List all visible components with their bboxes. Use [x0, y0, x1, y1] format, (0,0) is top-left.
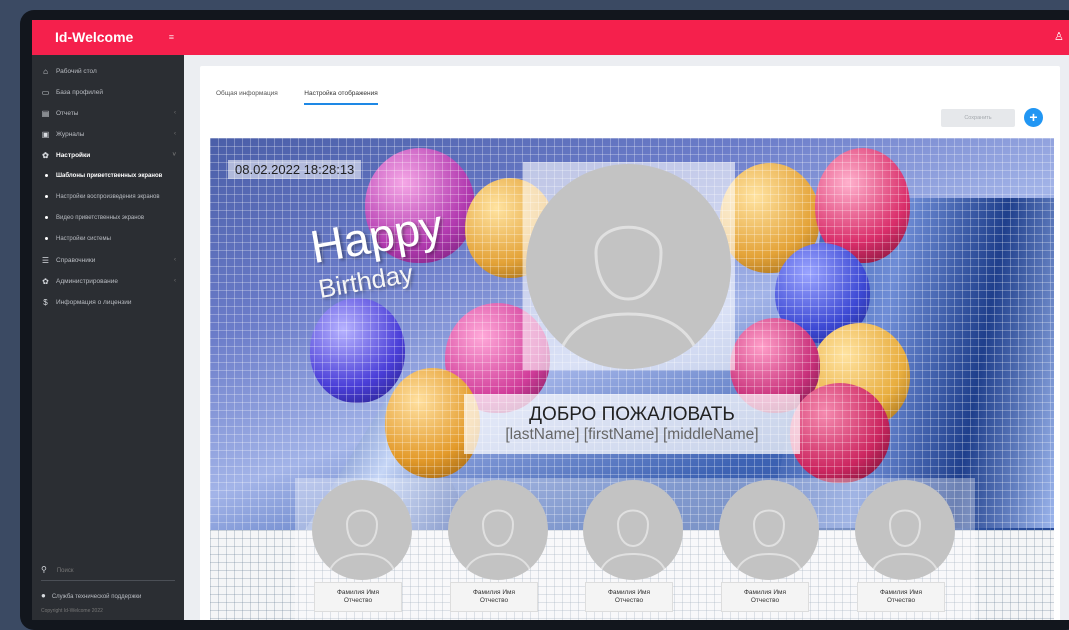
- sidebar-item-reports[interactable]: ▤ Отчеты ‹: [32, 103, 184, 124]
- thumbnail-4[interactable]: Фамилия Имя Отчество: [719, 480, 819, 620]
- thumbnail-1[interactable]: Фамилия Имя Отчество: [312, 480, 412, 620]
- main-photo-widget[interactable]: [523, 162, 735, 370]
- sidebar-item-label: Отчеты: [56, 110, 79, 117]
- tab-general-info[interactable]: Общая информация: [216, 90, 278, 103]
- sidebar: Id-Welcome ≡ ⌂ Рабочий стол ▭ База профиле…: [32, 20, 184, 620]
- chevron-left-icon: ‹: [174, 278, 176, 284]
- sidebar-item-license[interactable]: $ Информация о лицензии: [32, 292, 184, 313]
- list-icon: ☰: [41, 256, 50, 266]
- sidebar-item-administration[interactable]: ✿ Администрирование ‹: [32, 271, 184, 292]
- user-icon[interactable]: ♙: [1054, 30, 1066, 44]
- thumbnail-label: Фамилия Имя Отчество: [314, 582, 402, 612]
- journal-icon: ▣: [41, 130, 50, 140]
- datetime-widget[interactable]: 08.02.2022 18:28:13: [228, 160, 362, 179]
- chevron-left-icon: ‹: [174, 110, 176, 116]
- thumbnail-label-line2: Отчество: [614, 597, 644, 604]
- tab-bar: Общая информация Настройка отображения: [216, 82, 400, 105]
- chevron-left-icon: ‹: [174, 257, 176, 263]
- license-icon: $: [43, 298, 48, 308]
- thumbnail-label-line2: Отчество: [886, 597, 916, 604]
- thumbnail-3[interactable]: Фамилия Имя Отчество: [583, 480, 683, 620]
- template-editor-card: Общая информация Настройка отображения С…: [200, 66, 1060, 620]
- copyright: Copyright Id-Welcome 2022: [41, 608, 103, 614]
- sidebar-item-label: Журналы: [56, 131, 85, 138]
- sidebar-nav: ⌂ Рабочий стол ▭ База профилей ▤ Отчеты ‹ ▣…: [32, 55, 184, 313]
- chevron-down-icon: ˅: [172, 152, 176, 158]
- save-button[interactable]: Сохранить: [941, 109, 1015, 127]
- sidebar-subitem-welcome-templates[interactable]: Шаблоны приветственных экранов: [32, 166, 184, 187]
- thumbnail-label: Фамилия Имя Отчество: [450, 582, 538, 612]
- sidebar-item-label: Настройки: [56, 152, 91, 159]
- person-placeholder-icon: [855, 480, 955, 580]
- thumbnail-label-line2: Отчество: [479, 597, 509, 604]
- template-preview[interactable]: 08.02.2022 18:28:13 Happy Birthday ДОБРО…: [210, 138, 1054, 620]
- sidebar-item-label: Администрирование: [56, 278, 118, 285]
- thumbnail-label-line2: Отчество: [343, 597, 373, 604]
- thumbnail-label: Фамилия Имя Отчество: [585, 582, 673, 612]
- sidebar-footer: ⚲ Поиск ● Служба технической поддержки Cop…: [32, 565, 184, 620]
- bullet-icon: [45, 215, 48, 219]
- support-label: Служба технической поддержки: [51, 594, 142, 600]
- person-placeholder-icon: [448, 480, 548, 580]
- thumbnail-label-line1: Фамилия Имя: [472, 589, 516, 596]
- welcome-title: ДОБРО ПОЖАЛОВАТЬ: [529, 404, 735, 425]
- sidebar-item-settings[interactable]: ✿ Настройки ˅: [32, 145, 184, 166]
- report-icon: ▤: [41, 109, 50, 119]
- thumbnail-label: Фамилия Имя Отчество: [857, 582, 945, 612]
- brand-header: Id-Welcome ≡: [32, 20, 184, 55]
- search-input[interactable]: Поиск: [57, 568, 74, 574]
- collapse-sidebar-icon[interactable]: ≡: [169, 20, 174, 55]
- id-card-icon: ▭: [41, 88, 50, 98]
- sidebar-search[interactable]: ⚲ Поиск: [41, 565, 175, 581]
- thumbnail-5[interactable]: Фамилия Имя Отчество: [855, 480, 955, 620]
- welcome-text-widget[interactable]: ДОБРО ПОЖАЛОВАТЬ [lastName] [firstName] …: [464, 394, 800, 454]
- gear-icon: ✿: [42, 151, 49, 161]
- thumbnail-label-line1: Фамилия Имя: [607, 589, 651, 596]
- sidebar-item-label: Настройки воспроизведения экранов: [56, 194, 160, 200]
- person-placeholder-icon: [526, 164, 731, 369]
- sidebar-item-label: Информация о лицензии: [56, 299, 132, 306]
- sidebar-item-desktop[interactable]: ⌂ Рабочий стол: [32, 61, 184, 82]
- person-placeholder-icon: [583, 480, 683, 580]
- sidebar-item-label: Видео приветственных экранов: [56, 215, 145, 221]
- sidebar-item-label: Справочники: [56, 257, 96, 264]
- app-screen: Id-Welcome ≡ ⌂ Рабочий стол ▭ База профиле…: [32, 20, 1069, 620]
- thumbnail-label-line1: Фамилия Имя: [743, 589, 787, 596]
- brand-logo: Id-Welcome: [55, 29, 134, 45]
- chevron-left-icon: ‹: [174, 131, 176, 137]
- top-bar: ♙: [184, 20, 1069, 55]
- support-icon: ●: [41, 591, 46, 600]
- sidebar-item-journals[interactable]: ▣ Журналы ‹: [32, 124, 184, 145]
- thumbnail-label-line1: Фамилия Имя: [879, 589, 923, 596]
- thumbnail-label-line2: Отчество: [750, 597, 780, 604]
- person-placeholder-icon: [719, 480, 819, 580]
- thumbnail-label-line1: Фамилия Имя: [336, 589, 380, 596]
- thumbnail-2[interactable]: Фамилия Имя Отчество: [448, 480, 548, 620]
- sidebar-item-label: Шаблоны приветственных экранов: [56, 173, 163, 179]
- sidebar-subitem-welcome-video[interactable]: Видео приветственных экранов: [32, 208, 184, 229]
- sidebar-item-profiles[interactable]: ▭ База профилей: [32, 82, 184, 103]
- search-icon: ⚲: [41, 565, 47, 574]
- sidebar-item-references[interactable]: ☰ Справочники ‹: [32, 250, 184, 271]
- sidebar-item-label: Рабочий стол: [56, 68, 97, 75]
- bullet-icon: [45, 236, 48, 240]
- support-link[interactable]: ● Служба технической поддержки: [32, 591, 184, 608]
- bullet-icon: [45, 194, 48, 198]
- sidebar-item-label: Настройки системы: [56, 236, 111, 242]
- thumbnail-label: Фамилия Имя Отчество: [721, 582, 809, 612]
- tab-display-settings[interactable]: Настройка отображения: [304, 90, 378, 105]
- sidebar-subitem-system-settings[interactable]: Настройки системы: [32, 229, 184, 250]
- add-button[interactable]: +: [1024, 108, 1043, 127]
- home-icon: ⌂: [43, 67, 48, 77]
- welcome-name-placeholder: [lastName] [firstName] [middleName]: [505, 426, 759, 443]
- sidebar-item-label: База профилей: [56, 89, 103, 96]
- sidebar-subitem-playback-settings[interactable]: Настройки воспроизведения экранов: [32, 187, 184, 208]
- bullet-icon: [45, 173, 48, 177]
- admin-gear-icon: ✿: [42, 277, 49, 287]
- person-placeholder-icon: [312, 480, 412, 580]
